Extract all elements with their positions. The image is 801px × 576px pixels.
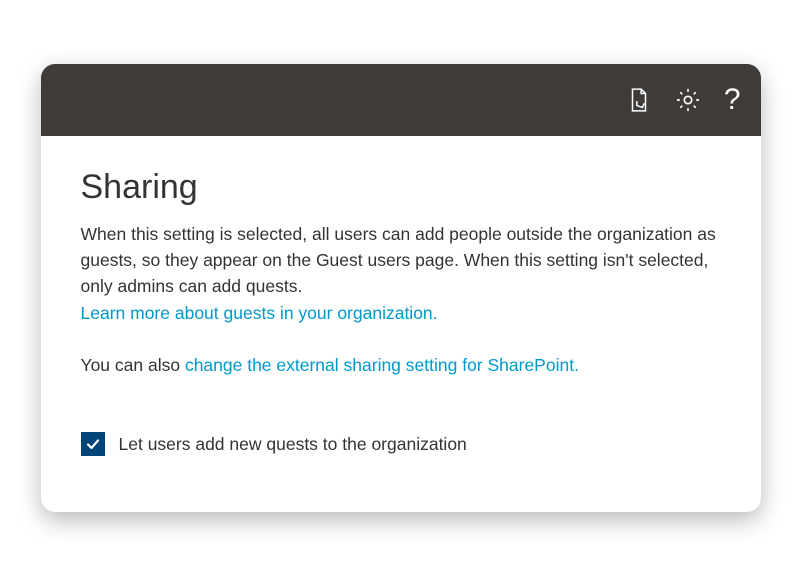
checkbox-label: Let users add new quests to the organiza… <box>119 434 467 455</box>
allow-guests-checkbox[interactable] <box>81 432 105 456</box>
content-area: Sharing When this setting is selected, a… <box>41 136 761 512</box>
second-para-prefix: You can also <box>81 355 185 375</box>
checkbox-row: Let users add new quests to the organiza… <box>81 432 721 456</box>
description-body: When this setting is selected, all users… <box>81 224 716 297</box>
learn-more-link[interactable]: Learn more about guests in your organiza… <box>81 303 438 323</box>
page-title: Sharing <box>81 168 721 207</box>
description-text: When this setting is selected, all users… <box>81 221 721 326</box>
document-touch-icon[interactable] <box>626 87 652 113</box>
help-icon[interactable]: ? <box>724 85 741 115</box>
sharepoint-paragraph: You can also change the external sharing… <box>81 352 721 378</box>
titlebar: ? <box>41 64 761 136</box>
gear-icon[interactable] <box>674 86 702 114</box>
settings-card: ? Sharing When this setting is selected,… <box>41 64 761 512</box>
sharepoint-link[interactable]: change the external sharing setting for … <box>185 355 579 375</box>
